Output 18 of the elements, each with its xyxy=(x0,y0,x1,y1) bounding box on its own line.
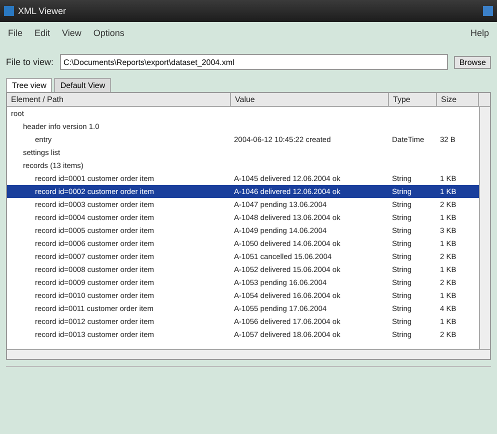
tab[interactable]: Default View xyxy=(54,78,112,92)
menu-item[interactable]: Options xyxy=(93,28,124,38)
window-title: XML Viewer xyxy=(18,6,66,16)
field-label: File to view: xyxy=(6,57,54,67)
file-path-field[interactable]: C:\Documents\Reports\export\dataset_2004.xml xyxy=(60,54,448,70)
column-header[interactable]: Type xyxy=(389,93,437,106)
menu-item[interactable]: View xyxy=(62,28,82,38)
tab[interactable]: Tree view xyxy=(6,78,52,92)
menu-item[interactable]: File xyxy=(8,28,23,38)
column-header[interactable]: Element / Path xyxy=(7,93,231,106)
app-icon xyxy=(4,6,14,16)
menu-item[interactable]: Help xyxy=(470,28,489,38)
column-header[interactable]: Size xyxy=(437,93,479,106)
vertical-scrollbar[interactable] xyxy=(479,107,490,349)
menu-item[interactable]: Edit xyxy=(34,28,50,38)
browse-button[interactable]: Browse xyxy=(454,56,491,68)
column-header[interactable]: Value xyxy=(231,93,389,106)
horizontal-scrollbar[interactable] xyxy=(7,349,490,359)
